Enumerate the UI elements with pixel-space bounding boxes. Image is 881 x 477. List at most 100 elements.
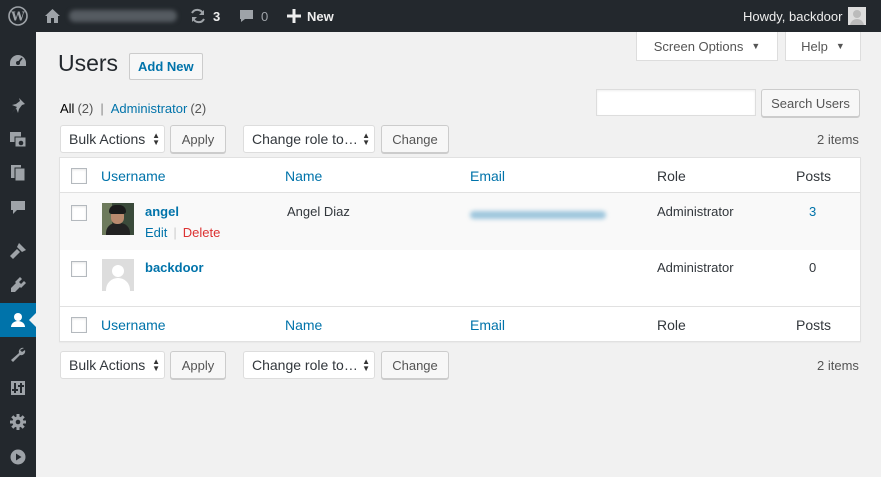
caret-down-icon: ▼ [835,41,845,51]
select-arrows-icon: ▲ ▼ [152,357,160,373]
column-email[interactable]: Email [470,317,505,333]
bulk-actions-value: Bulk Actions [69,357,146,373]
row-actions: Edit | Delete [145,225,220,240]
updates-icon [189,8,207,24]
delete-link[interactable]: Delete [183,225,221,240]
username-link[interactable]: angel [145,204,179,219]
comments-icon [10,199,26,215]
column-posts: Posts [796,168,832,184]
email-link-redacted[interactable] [470,207,606,222]
role-filter-links: All (2) | Administrator (2) [60,101,206,116]
select-all-checkbox[interactable] [71,317,87,333]
row-checkbox[interactable] [71,261,87,277]
sidebar-item-comments[interactable] [0,190,36,224]
wordpress-logo-icon[interactable]: W [8,0,28,32]
column-posts: Posts [796,317,832,333]
filter-administrator-link[interactable]: Administrator [111,101,188,116]
column-email[interactable]: Email [470,168,505,184]
sidebar-item-tools[interactable] [0,337,36,371]
help-label: Help [801,38,828,54]
comment-bubble-icon [238,8,255,24]
bulk-actions-select-bottom[interactable]: Bulk Actions ▲ ▼ [60,351,165,379]
posts-count-link[interactable]: 3 [809,204,816,219]
bulk-actions-value: Bulk Actions [69,131,146,147]
pages-icon [10,164,26,182]
table-row: angel Edit | Delete Angel Diaz Administr… [60,193,860,250]
apply-button-top[interactable]: Apply [170,125,226,153]
avatar [102,203,134,235]
sidebar-item-plugins[interactable] [0,268,36,302]
dashboard-icon [9,53,27,69]
search-input[interactable] [596,89,756,116]
user-name: Angel Diaz [287,204,350,219]
account-avatar [848,7,867,25]
column-role: Role [657,168,686,184]
updates-count: 3 [213,8,221,24]
row-checkbox[interactable] [71,205,87,221]
bulk-actions-select-top[interactable]: Bulk Actions ▲ ▼ [60,125,165,153]
users-icon [10,312,26,328]
items-count-bottom: 2 items [817,358,859,373]
edit-link[interactable]: Edit [145,225,167,240]
row-action-separator: | [173,225,177,240]
column-name[interactable]: Name [285,168,322,184]
add-new-button[interactable]: Add New [129,53,203,80]
site-name-link[interactable] [44,0,177,32]
page-title: Users [58,50,119,76]
change-role-select-top[interactable]: Change role to… ▲ ▼ [243,125,375,153]
site-name-redacted [69,10,177,22]
sidebar-item-pages[interactable] [0,156,36,190]
posts-count: 0 [809,260,817,275]
avatar [102,259,134,291]
select-all-checkbox[interactable] [71,168,87,184]
plus-icon [287,9,301,23]
sidebar-item-dashboard[interactable] [0,44,36,78]
comments-link[interactable]: 0 [238,0,268,32]
column-role: Role [657,317,686,333]
settings-icon [10,380,26,396]
sidebar-item-users[interactable] [0,303,36,337]
filter-administrator-count: (2) [190,101,207,116]
new-label: New [307,8,334,24]
apply-button-bottom[interactable]: Apply [170,351,226,379]
filter-all-link[interactable]: All [60,101,74,116]
appearance-icon [9,242,27,260]
username-link[interactable]: backdoor [145,260,204,275]
select-arrows-icon: ▲ ▼ [362,131,370,147]
filter-separator: | [100,101,104,116]
tools-icon [10,346,26,362]
change-role-select-bottom[interactable]: Change role to… ▲ ▼ [243,351,375,379]
sidebar-item-posts[interactable] [0,89,36,123]
search-users-button[interactable]: Search Users [761,89,860,117]
sidebar-item-media[interactable] [0,122,36,156]
home-icon [44,8,61,24]
sidebar-item-appearance[interactable] [0,234,36,268]
table-row: backdoor Administrator 0 [60,250,860,306]
screen-options-label: Screen Options [653,38,744,54]
users-table: Username Name Email Role Posts angel Edi… [59,157,861,342]
new-content-link[interactable]: New [287,0,334,32]
table-footer-row: Username Name Email Role Posts [60,306,860,341]
screen-options-button[interactable]: Screen Options ▼ [636,32,778,61]
column-name[interactable]: Name [285,317,322,333]
admin-bar: W 3 0 New Howdy, backdoor [0,0,881,32]
change-button-top[interactable]: Change [381,125,449,153]
help-button[interactable]: Help ▼ [785,32,861,61]
updates-link[interactable]: 3 [189,0,220,32]
my-account-link[interactable]: Howdy, backdoor [743,0,867,32]
svg-text:W: W [10,10,25,24]
items-count-top: 2 items [817,132,859,147]
column-username[interactable]: Username [101,168,166,184]
change-button-bottom[interactable]: Change [381,351,449,379]
howdy-text: Howdy, backdoor [743,8,843,24]
comments-count: 0 [261,8,269,24]
filter-all-count: (2) [77,101,94,116]
sidebar-item-gear[interactable] [0,405,36,439]
gear-icon [9,413,27,431]
select-arrows-icon: ▲ ▼ [152,131,160,147]
pin-icon [10,97,26,115]
sidebar-item-collapse[interactable] [0,440,36,474]
sidebar-item-settings[interactable] [0,371,36,405]
column-username[interactable]: Username [101,317,166,333]
caret-down-icon: ▼ [751,41,761,51]
